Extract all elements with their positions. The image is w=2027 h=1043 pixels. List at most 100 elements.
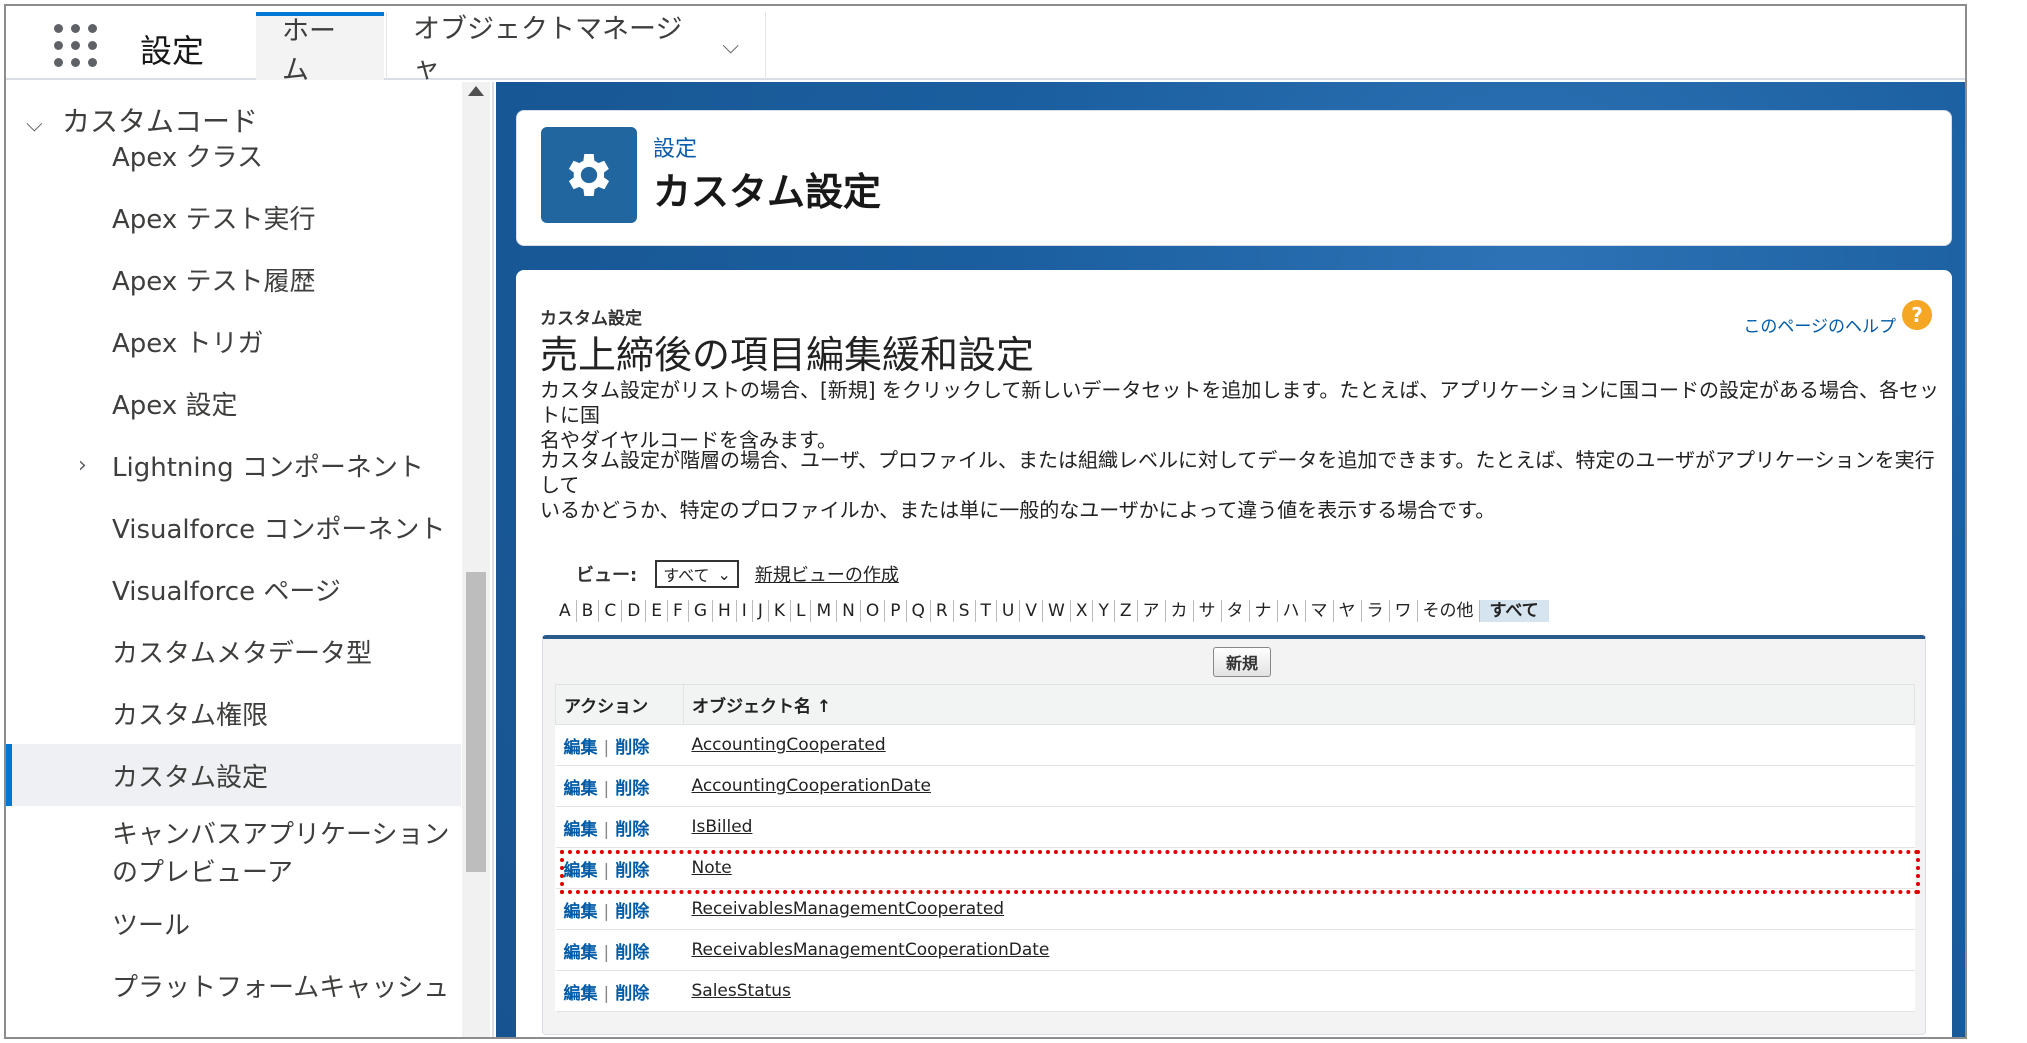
object-name-cell: ReceivablesManagementCooperated [683, 888, 1915, 930]
sidebar-item-custom-metadata-types[interactable]: カスタムメタデータ型 [6, 620, 461, 682]
alphabet-filter-item[interactable]: ヤ [1334, 600, 1362, 622]
alphabet-filter-item[interactable]: C [599, 600, 623, 622]
scroll-up-arrow-icon[interactable] [468, 86, 484, 96]
edit-link[interactable]: 編集 [564, 738, 598, 758]
alphabet-filter-item[interactable]: N [837, 600, 861, 622]
alphabet-filter-item[interactable]: ナ [1250, 600, 1278, 622]
help-link[interactable]: このページのヘルプ [1743, 312, 1896, 337]
alphabet-filter: A B C D E F G H I J K L M N O P Q R S T U V W X Y Z アカサタナハマヤラワその他す… [554, 600, 1549, 622]
new-view-link[interactable]: 新規ビューの作成 [755, 561, 899, 587]
edit-link[interactable]: 編集 [564, 861, 598, 881]
sidebar-item-label: Apex クラス [112, 142, 263, 173]
alphabet-filter-item[interactable]: X [1071, 600, 1094, 622]
alphabet-filter-item[interactable]: O [861, 600, 886, 622]
delete-link[interactable]: 削除 [615, 738, 649, 758]
alphabet-filter-item[interactable]: ワ [1390, 600, 1418, 622]
alphabet-filter-item[interactable]: R [931, 600, 954, 622]
sidebar-item-apex-settings[interactable]: Apex 設定 [6, 372, 461, 434]
alphabet-filter-item[interactable]: マ [1306, 600, 1334, 622]
alphabet-filter-item[interactable]: その他 [1418, 600, 1480, 622]
sidebar-item-custom-permissions[interactable]: カスタム権限 [6, 682, 461, 744]
new-button[interactable]: 新規 [1213, 647, 1271, 677]
setup-sidebar: ⌵ カスタムコード Apex クラス Apex テスト実行 Apex テスト履歴 … [6, 82, 494, 1037]
alphabet-filter-item[interactable]: W [1043, 600, 1071, 622]
edit-link[interactable]: 編集 [564, 984, 598, 1004]
object-name-link[interactable]: ReceivablesManagementCooperationDate [692, 940, 1050, 960]
sidebar-item-apex-test-history[interactable]: Apex テスト履歴 [6, 248, 461, 310]
app-launcher-icon[interactable] [54, 24, 98, 68]
alphabet-filter-item[interactable]: Q [907, 600, 931, 622]
edit-link[interactable]: 編集 [564, 779, 598, 799]
alphabet-filter-item[interactable]: U [997, 600, 1021, 622]
sidebar-item-visualforce-components[interactable]: Visualforce コンポーネント [6, 496, 461, 558]
alphabet-filter-item[interactable]: Y [1093, 600, 1115, 622]
alphabet-filter-item[interactable]: E [646, 600, 669, 622]
sidebar-item-apex-test-execution[interactable]: Apex テスト実行 [6, 186, 461, 248]
alphabet-filter-item[interactable]: P [885, 600, 907, 622]
edit-link[interactable]: 編集 [564, 820, 598, 840]
object-name-link[interactable]: ReceivablesManagementCooperated [692, 899, 1005, 919]
row-actions: 編集 | 削除 [555, 970, 684, 1012]
alphabet-filter-item[interactable]: K [769, 600, 791, 622]
alphabet-filter-item[interactable]: B [577, 600, 600, 622]
delete-link[interactable]: 削除 [615, 943, 649, 963]
page-title: カスタム設定 [653, 170, 882, 214]
alphabet-filter-item[interactable]: F [668, 600, 689, 622]
scrollbar-thumb[interactable] [466, 572, 486, 872]
sidebar-item-label: Apex テスト履歴 [112, 266, 316, 297]
alphabet-filter-item[interactable]: カ [1166, 600, 1194, 622]
sidebar-item-canvas-app-previewer[interactable]: キャンバスアプリケーション のプレビューア [6, 806, 461, 888]
tab-object-manager[interactable]: オブジェクトマネージャ ⌵ [386, 12, 766, 84]
alphabet-filter-item[interactable]: J [753, 600, 769, 622]
object-name-link[interactable]: Note [692, 858, 732, 878]
chevron-down-icon[interactable]: ⌵ [722, 34, 739, 59]
alphabet-filter-item[interactable]: サ [1194, 600, 1222, 622]
object-name-link[interactable]: AccountingCooperated [692, 735, 886, 755]
alphabet-filter-item[interactable]: ラ [1362, 600, 1390, 622]
delete-link[interactable]: 削除 [615, 984, 649, 1004]
delete-link[interactable]: 削除 [615, 820, 649, 840]
alphabet-filter-item[interactable]: L [791, 600, 812, 622]
delete-link[interactable]: 削除 [615, 902, 649, 922]
alphabet-filter-item[interactable]: T [976, 600, 997, 622]
edit-link[interactable]: 編集 [564, 943, 598, 963]
sidebar-item-lightning-components[interactable]: › Lightning コンポーネント [6, 434, 461, 496]
sidebar-item-visualforce-pages[interactable]: Visualforce ページ [6, 558, 461, 620]
alphabet-filter-item[interactable]: A [554, 600, 577, 622]
help-icon[interactable]: ? [1902, 300, 1932, 330]
alphabet-filter-item[interactable]: タ [1222, 600, 1250, 622]
alphabet-filter-item[interactable]: すべて [1479, 600, 1549, 622]
alphabet-filter-item[interactable]: G [689, 600, 713, 622]
alphabet-filter-item[interactable]: D [622, 600, 647, 622]
alphabet-filter-item[interactable]: M [811, 600, 838, 622]
app-name: 設定 [140, 32, 205, 70]
tab-home[interactable]: ホーム [256, 12, 384, 86]
sidebar-item-apex-triggers[interactable]: Apex トリガ [6, 310, 461, 372]
column-header-object-name[interactable]: オブジェクト名 ↑ [683, 684, 1915, 725]
sidebar-item-platform-cache[interactable]: プラットフォームキャッシュ [6, 954, 461, 1016]
sidebar-scrollbar[interactable] [462, 82, 490, 1037]
sidebar-item-label: Apex 設定 [112, 390, 238, 421]
edit-link[interactable]: 編集 [564, 902, 598, 922]
alphabet-filter-item[interactable]: ハ [1278, 600, 1306, 622]
sidebar-item-apex-class[interactable]: Apex クラス [6, 124, 461, 186]
object-name-link[interactable]: IsBilled [692, 817, 753, 837]
breadcrumb[interactable]: 設定 [653, 131, 697, 163]
alphabet-filter-item[interactable]: S [954, 600, 976, 622]
records-table: アクション オブジェクト名 ↑ 編集 | 削除 AccountingCooperate… [555, 684, 1915, 1012]
delete-link[interactable]: 削除 [615, 861, 649, 881]
description-hierarchy: カスタム設定が階層の場合、ユーザ、プロファイル、または組織レベルに対してデータを… [540, 448, 1940, 523]
object-name-cell: SalesStatus [683, 970, 1915, 1012]
object-name-link[interactable]: SalesStatus [692, 981, 791, 1001]
alphabet-filter-item[interactable]: ア [1138, 600, 1166, 622]
sidebar-item-tools[interactable]: ツール [6, 892, 461, 954]
alphabet-filter-item[interactable]: I [737, 600, 753, 622]
chevron-right-icon[interactable]: › [78, 453, 87, 478]
object-name-link[interactable]: AccountingCooperationDate [692, 776, 931, 796]
alphabet-filter-item[interactable]: V [1020, 600, 1043, 622]
view-select[interactable]: すべて ⌄ [655, 560, 739, 588]
alphabet-filter-item[interactable]: H [713, 600, 737, 622]
alphabet-filter-item[interactable]: Z [1115, 600, 1138, 622]
delete-link[interactable]: 削除 [615, 779, 649, 799]
sidebar-item-custom-settings[interactable]: カスタム設定 [6, 744, 461, 806]
